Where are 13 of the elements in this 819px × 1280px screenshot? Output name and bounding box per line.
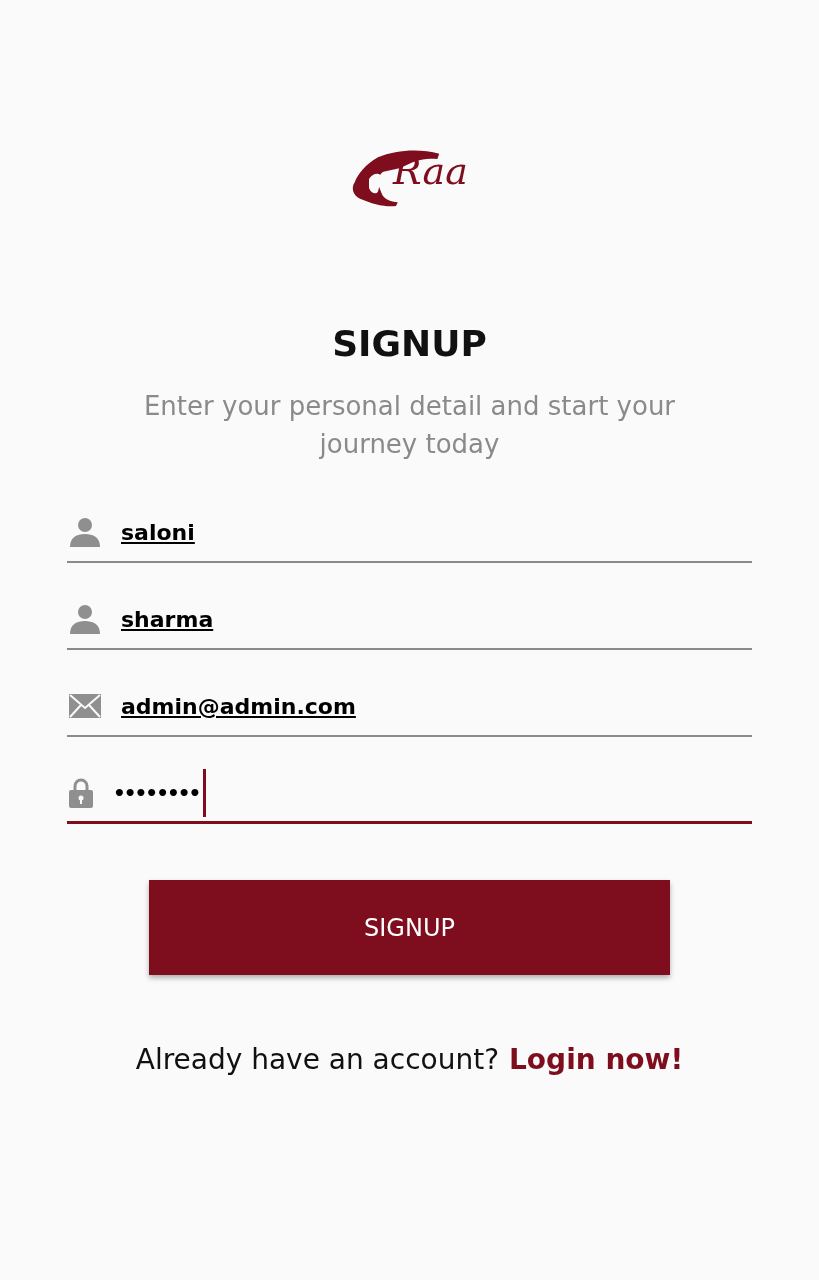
person-icon xyxy=(69,604,101,635)
input-field[interactable]: saloni xyxy=(67,503,752,564)
person-icon xyxy=(69,517,101,548)
login-link[interactable]: Login now! xyxy=(509,1043,684,1077)
input-field[interactable]: admin@admin.com xyxy=(67,677,752,738)
footer-text: Already have an account? xyxy=(135,1043,500,1077)
subtitle: Enter your personal detail and start your journey today xyxy=(142,390,677,462)
input-field[interactable]: •••••••• xyxy=(67,764,752,825)
input-field[interactable]: sharma xyxy=(67,590,752,651)
mail-icon xyxy=(69,694,101,719)
page-title: SIGNUP xyxy=(332,322,487,366)
lock-icon xyxy=(69,777,93,808)
signup-button[interactable]: SIGNUP xyxy=(149,880,670,976)
